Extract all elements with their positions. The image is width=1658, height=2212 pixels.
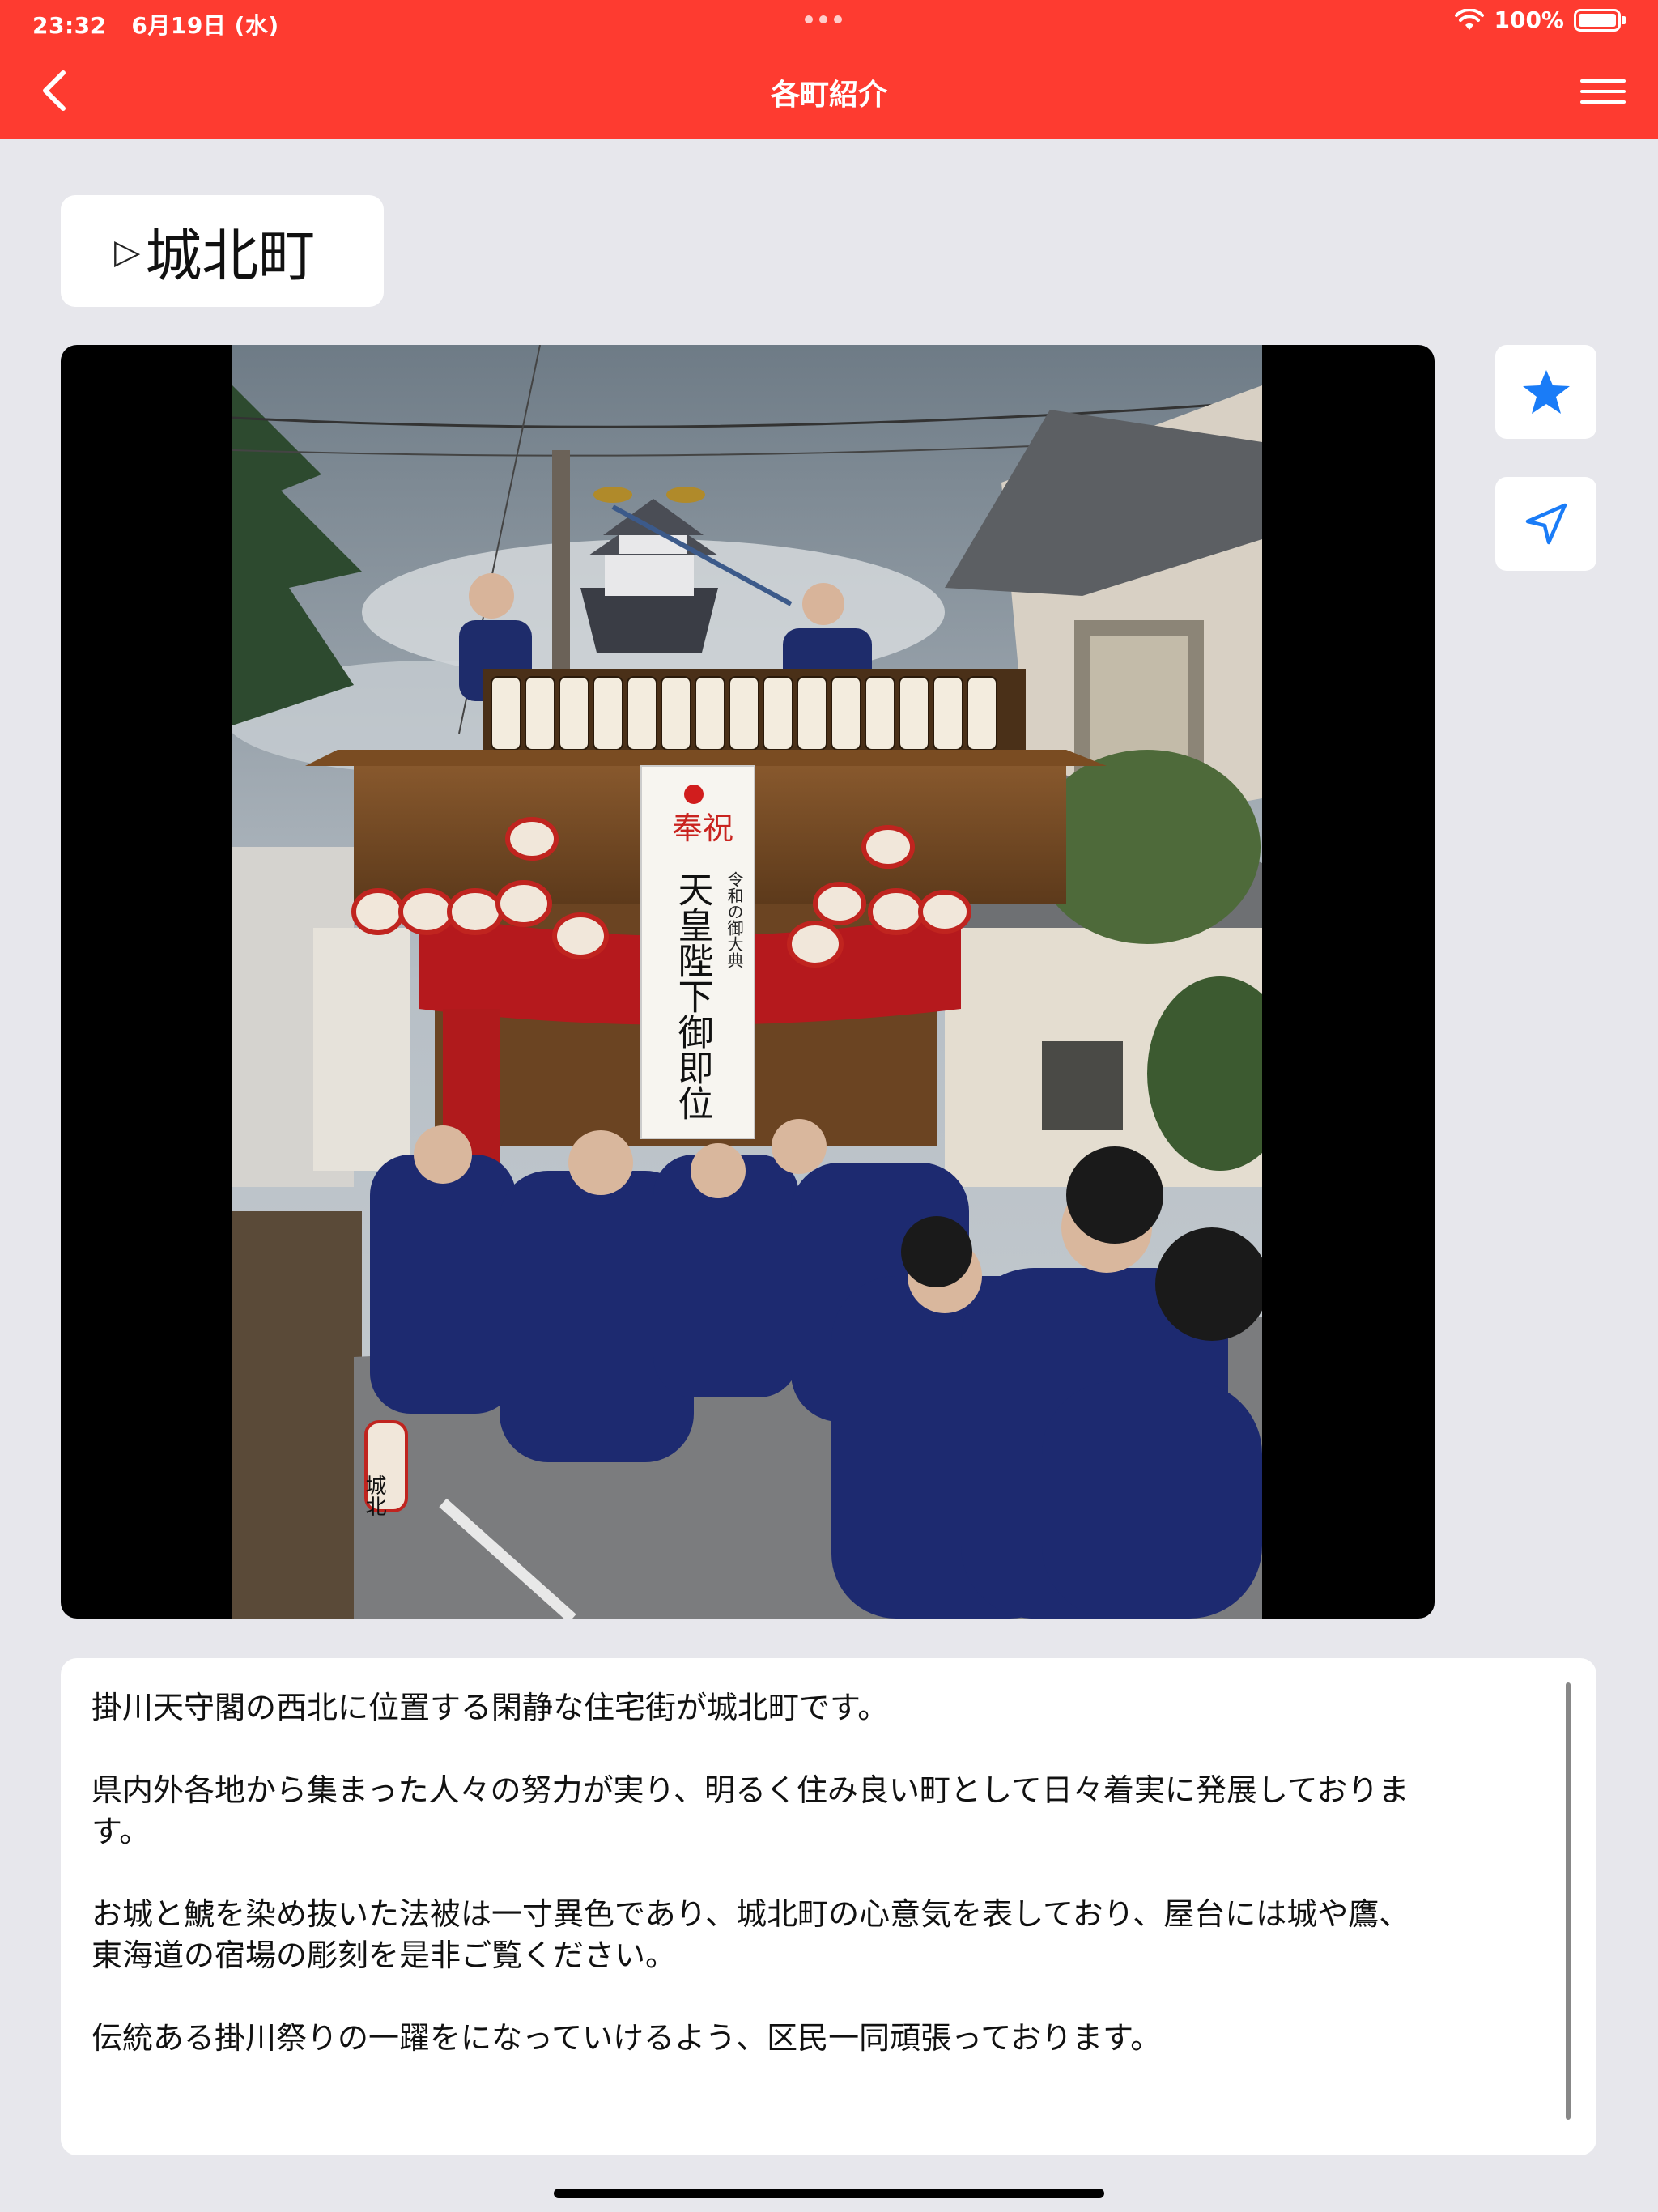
description-paragraph-2: 県内外各地から集まった人々の努力が実り、明るく住み良い町として日々着実に発展して… <box>91 1772 1409 1849</box>
star-icon <box>1522 370 1570 414</box>
banner-text-1: 奉祝 <box>672 810 733 846</box>
description-paragraph-1: 掛川天守閣の西北に位置する閑静な住宅街が城北町です。 <box>91 1690 889 1725</box>
description-paragraph-4: 伝統ある掛川祭りの一躍をになっていけるよう、区民一同頑張っております。 <box>91 2020 1162 2056</box>
battery-percent: 100% <box>1494 6 1564 33</box>
description-card[interactable]: 掛川天守閣の西北に位置する閑静な住宅街が城北町です。 県内外各地から集まった人々… <box>61 1658 1596 2155</box>
favorite-button[interactable] <box>1495 345 1596 439</box>
banner-text-3: 天皇陛下御即位 <box>672 871 714 1121</box>
hamburger-menu-icon[interactable] <box>1580 78 1626 105</box>
top-bar: 23:32 6月19日 (水) 100% 各町紹介 <box>0 0 1658 139</box>
town-name: 城北町 <box>145 222 316 289</box>
status-indicators: 100% <box>1455 6 1626 33</box>
location-arrow-icon <box>1525 503 1567 545</box>
multitasking-dots[interactable] <box>805 15 842 23</box>
status-time: 23:32 6月19日 (水) <box>32 12 279 39</box>
status-date: 6月19日 (水) <box>131 12 279 39</box>
banner-text-2: 令和の御大典 <box>725 871 744 968</box>
photo-panel[interactable]: 奉祝 令和の御大典 天皇陛下御即位 城北 <box>61 345 1435 1619</box>
home-indicator[interactable] <box>554 2189 1104 2198</box>
description-paragraph-3: お城と鯱を染め抜いた法被は一寸異色であり、城北町の心意気を表しており、屋台には城… <box>91 1896 1410 1973</box>
festival-float-photo: 奉祝 令和の御大典 天皇陛下御即位 城北 <box>232 345 1262 1619</box>
wifi-icon <box>1455 8 1485 30</box>
triangle-marker-icon: ▷ <box>114 231 141 271</box>
lantern-text: 城北 <box>362 1474 386 1516</box>
town-heading: ▷ 城北町 <box>61 195 384 307</box>
navigate-button[interactable] <box>1495 477 1596 571</box>
description-text: 掛川天守閣の西北に位置する閑静な住宅街が城北町です。 県内外各地から集まった人々… <box>91 1687 1548 2059</box>
description-scrollbar[interactable] <box>1566 1682 1571 2120</box>
nav-title: 各町紹介 <box>770 79 887 112</box>
battery-icon <box>1574 8 1626 32</box>
